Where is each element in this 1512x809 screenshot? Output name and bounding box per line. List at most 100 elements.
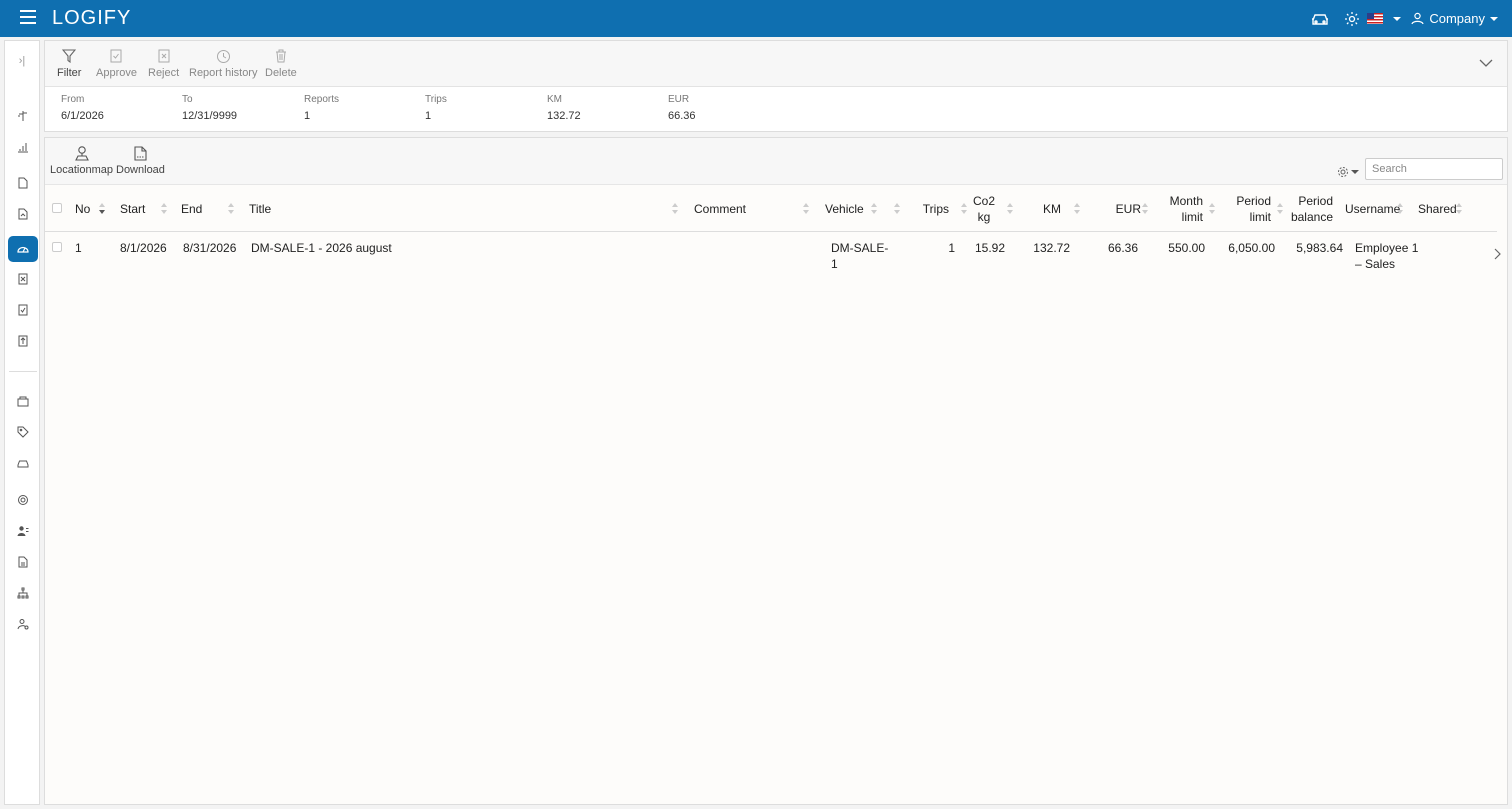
column-period-balance[interactable]: Period balance bbox=[1287, 186, 1333, 232]
sidebar-item-users[interactable] bbox=[8, 518, 38, 544]
column-vehicle-label: Vehicle bbox=[825, 202, 864, 216]
sidebar-item-reports[interactable] bbox=[8, 201, 38, 227]
delete-button[interactable]: Delete bbox=[265, 47, 297, 79]
column-month-limit-label: Month bbox=[1169, 194, 1203, 208]
column-co2[interactable]: Co2 kg bbox=[971, 186, 997, 232]
row-title: DM-SALE-1 - 2026 august bbox=[251, 241, 392, 255]
sidebar-item-assets[interactable] bbox=[8, 388, 38, 414]
chevron-right-icon[interactable] bbox=[1493, 248, 1501, 263]
search-input[interactable] bbox=[1365, 158, 1503, 180]
row-checkbox[interactable] bbox=[52, 242, 62, 252]
sort-icon[interactable] bbox=[803, 203, 809, 215]
row-start: 8/1/2026 bbox=[120, 241, 167, 255]
sidebar-item-tags[interactable] bbox=[8, 419, 38, 445]
column-title-label: Title bbox=[249, 202, 272, 216]
table-row[interactable]: 1 8/1/2026 8/31/2026 DM-SALE-1 - 2026 au… bbox=[45, 233, 1501, 273]
column-shared-label: Shared bbox=[1418, 202, 1457, 216]
company-menu[interactable]: Company bbox=[1411, 11, 1498, 26]
top-bar: LOGIFY Company bbox=[0, 0, 1512, 37]
column-eur-label: EUR bbox=[1115, 202, 1141, 216]
column-vehicle[interactable]: Vehicle bbox=[825, 186, 875, 232]
sort-icon[interactable] bbox=[871, 203, 877, 215]
approve-button[interactable]: Approve bbox=[96, 47, 137, 79]
column-month-limit[interactable]: Month limit bbox=[1157, 186, 1203, 232]
car-icon[interactable] bbox=[1309, 8, 1331, 30]
summary-reports: Reports 1 bbox=[304, 94, 339, 122]
settings-icon[interactable] bbox=[1341, 8, 1363, 30]
sort-icon[interactable] bbox=[1277, 203, 1283, 215]
column-settings-dropdown[interactable] bbox=[1337, 166, 1359, 178]
sort-icon[interactable] bbox=[1456, 203, 1462, 215]
row-vehicle: DM-SALE- 1 bbox=[831, 240, 888, 272]
to-label: To bbox=[182, 94, 193, 105]
delete-label: Delete bbox=[265, 67, 297, 79]
column-comment[interactable]: Comment bbox=[694, 186, 794, 232]
reports-label: Reports bbox=[304, 94, 340, 105]
trips-label: Trips bbox=[425, 94, 447, 105]
column-period-balance-label: Period bbox=[1298, 194, 1333, 208]
sidebar-item-vehicles[interactable] bbox=[8, 450, 38, 476]
sort-icon[interactable] bbox=[1209, 203, 1215, 215]
report-history-button[interactable]: Report history bbox=[189, 47, 257, 79]
column-trips[interactable]: Trips bbox=[917, 186, 949, 232]
menu-icon[interactable] bbox=[20, 10, 36, 24]
sidebar-item-organization[interactable] bbox=[8, 580, 38, 606]
column-period-limit[interactable]: Period limit bbox=[1225, 186, 1271, 232]
to-value: 12/31/9999 bbox=[182, 110, 238, 122]
row-vehicle-line-2: 1 bbox=[831, 257, 838, 271]
sort-icon[interactable] bbox=[672, 203, 678, 215]
sidebar-item-documents[interactable] bbox=[8, 170, 38, 196]
table-header: No Start End Title Comment Vehicle Trips… bbox=[45, 186, 1497, 232]
sort-icon[interactable] bbox=[894, 203, 900, 215]
gear-icon bbox=[1338, 167, 1348, 177]
sort-icon[interactable] bbox=[1074, 203, 1080, 215]
sort-icon[interactable] bbox=[99, 203, 105, 215]
sidebar-item-mileage[interactable] bbox=[8, 236, 38, 262]
language-flag-icon[interactable] bbox=[1367, 13, 1384, 24]
top-right-controls: Company bbox=[1309, 0, 1498, 37]
app-logo[interactable]: LOGIFY bbox=[52, 7, 131, 30]
sidebar-item-upload[interactable] bbox=[8, 328, 38, 354]
column-period-balance-label-2: balance bbox=[1290, 210, 1333, 224]
report-history-label: Report history bbox=[189, 67, 258, 79]
row-username-line-1: Employee 1 bbox=[1355, 241, 1419, 255]
reject-button[interactable]: Reject bbox=[148, 47, 179, 79]
summary-to: To 12/31/9999 bbox=[182, 94, 237, 122]
grid-toolbar: Locationmap Download bbox=[45, 138, 1507, 185]
select-all-checkbox[interactable] bbox=[52, 203, 62, 213]
company-label: Company bbox=[1429, 11, 1485, 26]
row-period-balance: 5,983.64 bbox=[1296, 241, 1343, 255]
sidebar-item-user-settings[interactable] bbox=[8, 611, 38, 637]
expand-sidebar-icon[interactable]: ›| bbox=[5, 55, 39, 67]
column-no-label: No bbox=[75, 202, 91, 216]
download-label: Download bbox=[116, 164, 165, 176]
column-eur[interactable]: EUR bbox=[1095, 186, 1141, 232]
column-end-label: End bbox=[181, 202, 203, 216]
sort-icon[interactable] bbox=[1007, 203, 1013, 215]
sidebar-item-statistics[interactable] bbox=[8, 134, 38, 160]
trash-icon bbox=[265, 47, 297, 65]
sidebar-item-approved[interactable] bbox=[8, 297, 38, 323]
chevron-down-icon[interactable] bbox=[1479, 57, 1493, 71]
sort-icon[interactable] bbox=[1397, 203, 1403, 215]
sort-icon[interactable] bbox=[961, 203, 967, 215]
column-username[interactable]: Username bbox=[1345, 186, 1400, 232]
locationmap-button[interactable]: Locationmap bbox=[50, 144, 113, 176]
filter-button[interactable]: Filter bbox=[57, 47, 81, 79]
download-button[interactable]: Download bbox=[116, 144, 165, 176]
row-end: 8/31/2026 bbox=[183, 241, 237, 255]
approve-label: Approve bbox=[96, 67, 137, 79]
sidebar-item-invoices[interactable] bbox=[8, 549, 38, 575]
user-icon bbox=[1411, 12, 1424, 25]
language-caret-icon[interactable] bbox=[1393, 16, 1402, 21]
sort-icon[interactable] bbox=[1142, 203, 1148, 215]
sort-icon[interactable] bbox=[228, 203, 234, 215]
eur-label: EUR bbox=[668, 94, 690, 105]
column-title[interactable]: Title bbox=[249, 186, 669, 232]
sort-icon[interactable] bbox=[161, 203, 167, 215]
row-period-limit: 6,050.00 bbox=[1228, 241, 1275, 255]
sidebar-item-settings[interactable] bbox=[8, 487, 38, 513]
column-km[interactable]: KM bbox=[1029, 186, 1061, 232]
sidebar-item-routes[interactable] bbox=[8, 103, 38, 129]
sidebar-item-rejected[interactable] bbox=[8, 266, 38, 292]
